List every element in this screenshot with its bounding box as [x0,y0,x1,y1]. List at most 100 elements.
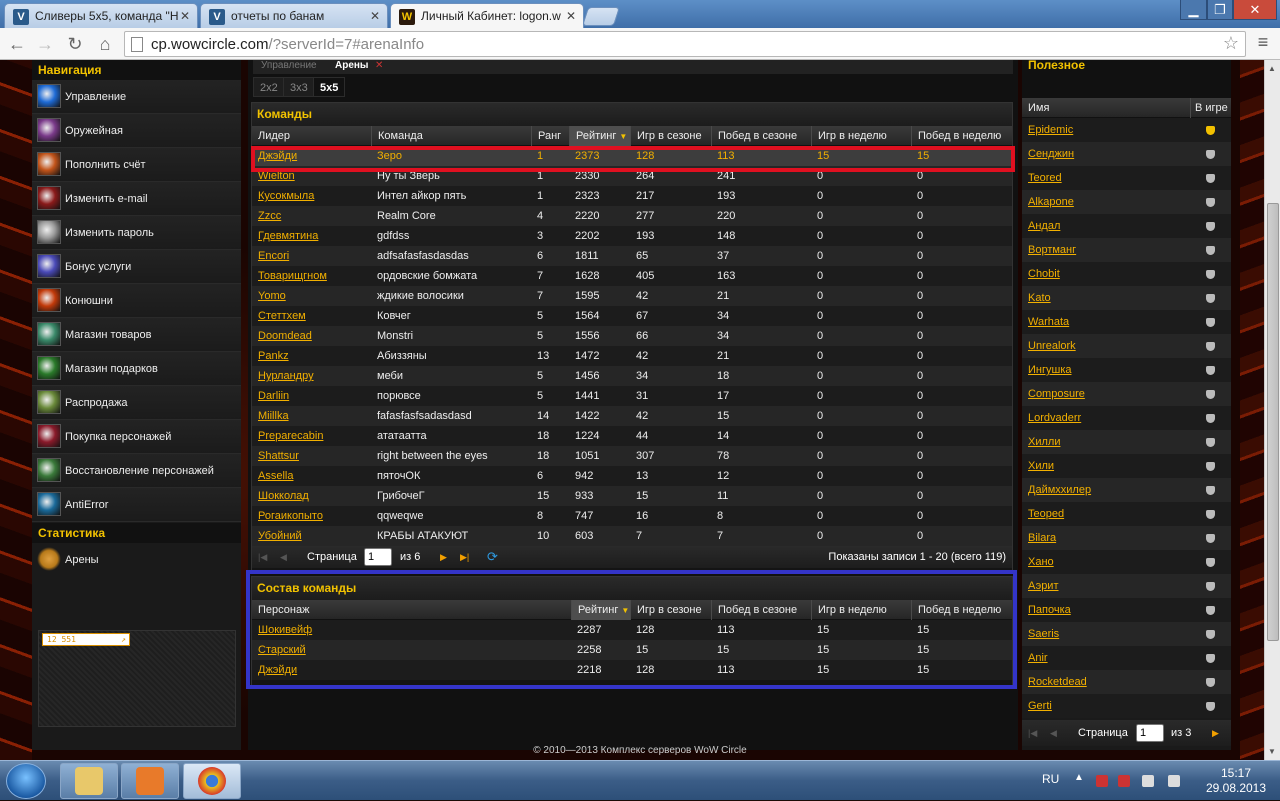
list-item[interactable]: Alkapone [1022,190,1231,214]
url-text[interactable]: cp.wowcircle.com/?serverId=7#arenaInfo [151,36,424,53]
first-page-icon[interactable]: |◀ [1028,725,1037,741]
player-link[interactable]: Bilara [1022,526,1056,550]
leader-link[interactable]: Shattsur [252,446,299,466]
list-item[interactable]: Вортманг [1022,238,1231,262]
nav-item[interactable]: Оружейная [32,114,241,148]
clock[interactable]: 15:17 29.08.2013 [1204,766,1268,796]
close-window-icon[interactable]: ✕ [1233,0,1277,20]
tab-3x3[interactable]: 3x3 [283,77,315,97]
table-row[interactable]: Encori adfsafasfasdasdas 6 1811 65 37 0 0 [252,246,1012,266]
table-row[interactable]: Старский 2258 15 15 15 15 [252,640,1012,660]
scroll-down-icon[interactable]: ▼ [1268,747,1276,756]
tab-2x2[interactable]: 2x2 [253,77,285,97]
list-item[interactable]: Папочка [1022,598,1231,622]
browser-tab-1[interactable]: V Сливеры 5x5, команда "Н ✕ [4,3,198,28]
list-item[interactable]: Saeris [1022,622,1231,646]
column-header[interactable]: Рейтинг ▼ [569,126,630,146]
player-link[interactable]: Kato [1022,286,1051,310]
leader-link[interactable]: Miillka [252,406,289,426]
character-link[interactable]: Джэйди [252,660,297,680]
table-row[interactable]: Preparecabin ататаатта 18 1224 44 14 0 0 [252,426,1012,446]
security-icon[interactable] [1118,775,1130,787]
media-player-taskbar-button[interactable] [121,763,179,799]
nav-item[interactable]: Управление [32,80,241,114]
nav-item[interactable]: Восстановление персонажей [32,454,241,488]
leader-link[interactable]: Zzcc [252,206,281,226]
start-button-icon[interactable] [6,763,46,799]
list-item[interactable]: Teoped [1022,502,1231,526]
list-item[interactable]: Anir [1022,646,1231,670]
column-header[interactable]: Рейтинг ▼ [571,600,630,620]
close-tab-icon[interactable]: ✕ [370,4,380,28]
next-page-icon[interactable]: ▶ [440,549,447,565]
list-item[interactable]: Хилли [1022,430,1231,454]
back-icon[interactable]: ← [4,32,30,56]
player-link[interactable]: Gerti [1022,694,1052,718]
list-item[interactable]: Chobit [1022,262,1231,286]
leader-link[interactable]: Wielton [252,166,295,186]
maximize-icon[interactable]: ❐ [1207,0,1233,20]
explorer-taskbar-button[interactable] [60,763,118,799]
page-input[interactable] [1136,724,1164,742]
prev-page-icon[interactable]: ◀ [280,549,287,565]
leader-link[interactable]: Assella [252,466,293,486]
leader-link[interactable]: Джэйди [252,146,297,166]
display-icon[interactable] [1142,775,1154,787]
player-link[interactable]: Андал [1022,214,1060,238]
column-header[interactable]: Игр в сезоне [630,600,711,620]
list-item[interactable]: Сенджин [1022,142,1231,166]
player-link[interactable]: Вортманг [1022,238,1076,262]
column-header[interactable]: Персонаж [252,600,571,620]
table-row[interactable]: Нурландру меби 5 1456 34 18 0 0 [252,366,1012,386]
reload-icon[interactable]: ↻ [62,32,88,56]
list-item[interactable]: Teored [1022,166,1231,190]
table-row[interactable]: Wielton Ну ты Зверь 1 2330 264 241 0 0 [252,166,1012,186]
table-row[interactable]: Убойний КРАБЫ АТАКУЮТ 10 603 7 7 0 0 [252,526,1012,546]
prev-page-icon[interactable]: ◀ [1050,725,1057,741]
browser-tab-3-active[interactable]: W Личный Кабинет: logon.w ✕ [390,3,584,29]
nav-item[interactable]: Изменить пароль [32,216,241,250]
leader-link[interactable]: Encori [252,246,289,266]
list-item[interactable]: Хили [1022,454,1231,478]
player-link[interactable]: Unrealork [1022,334,1076,358]
table-row[interactable]: Darliin порювсе 5 1441 31 17 0 0 [252,386,1012,406]
nav-item[interactable]: Покупка персонажей [32,420,241,454]
col-in-game[interactable]: В игре [1190,98,1231,118]
list-item[interactable]: Gerti [1022,694,1231,718]
leader-link[interactable]: Стеттхем [252,306,306,326]
player-link[interactable]: Teored [1022,166,1062,190]
table-row[interactable]: Zzcc Realm Core 4 2220 277 220 0 0 [252,206,1012,226]
leader-link[interactable]: Darliin [252,386,289,406]
table-row[interactable]: Шокколад ГрибочеГ 15 933 15 11 0 0 [252,486,1012,506]
list-item[interactable]: Аэрит [1022,574,1231,598]
player-link[interactable]: Composure [1022,382,1085,406]
nav-item[interactable]: Магазин подарков [32,352,241,386]
vertical-scrollbar[interactable]: ▲ ▼ [1264,60,1280,760]
col-name[interactable]: Имя [1022,98,1190,118]
player-link[interactable]: Chobit [1022,262,1060,286]
leader-link[interactable]: Гдевмятина [252,226,318,246]
player-link[interactable]: Warhata [1022,310,1069,334]
player-link[interactable]: Rocketdead [1022,670,1087,694]
list-item[interactable]: Андал [1022,214,1231,238]
leader-link[interactable]: Кусокмыла [252,186,314,206]
player-link[interactable]: Alkapone [1022,190,1074,214]
nav-item-arenas[interactable]: Арены [32,543,241,577]
new-tab-button[interactable] [581,7,621,26]
list-item[interactable]: Rocketdead [1022,670,1231,694]
player-link[interactable]: Сенджин [1022,142,1074,166]
language-indicator[interactable]: RU [1042,772,1059,786]
scroll-up-icon[interactable]: ▲ [1268,64,1276,73]
last-page-icon[interactable]: ▶| [460,549,469,565]
list-item[interactable]: Unrealork [1022,334,1231,358]
player-link[interactable]: Epidemic [1022,118,1073,142]
player-link[interactable]: Аэрит [1022,574,1059,598]
page-input[interactable] [364,548,392,566]
table-row[interactable]: Рогаикопыто qqweqwe 8 747 16 8 0 0 [252,506,1012,526]
rating-badge[interactable]: 12 551 ↗ [42,633,130,646]
column-header[interactable]: Игр в неделю [811,126,911,146]
list-item[interactable]: Kato [1022,286,1231,310]
table-row[interactable]: Yomo ждикие волосики 7 1595 42 21 0 0 [252,286,1012,306]
table-row[interactable]: Pankz Абиззяны 13 1472 42 21 0 0 [252,346,1012,366]
table-row[interactable]: Кусокмыла Интел айкор пять 1 2323 217 193 0 0 [252,186,1012,206]
